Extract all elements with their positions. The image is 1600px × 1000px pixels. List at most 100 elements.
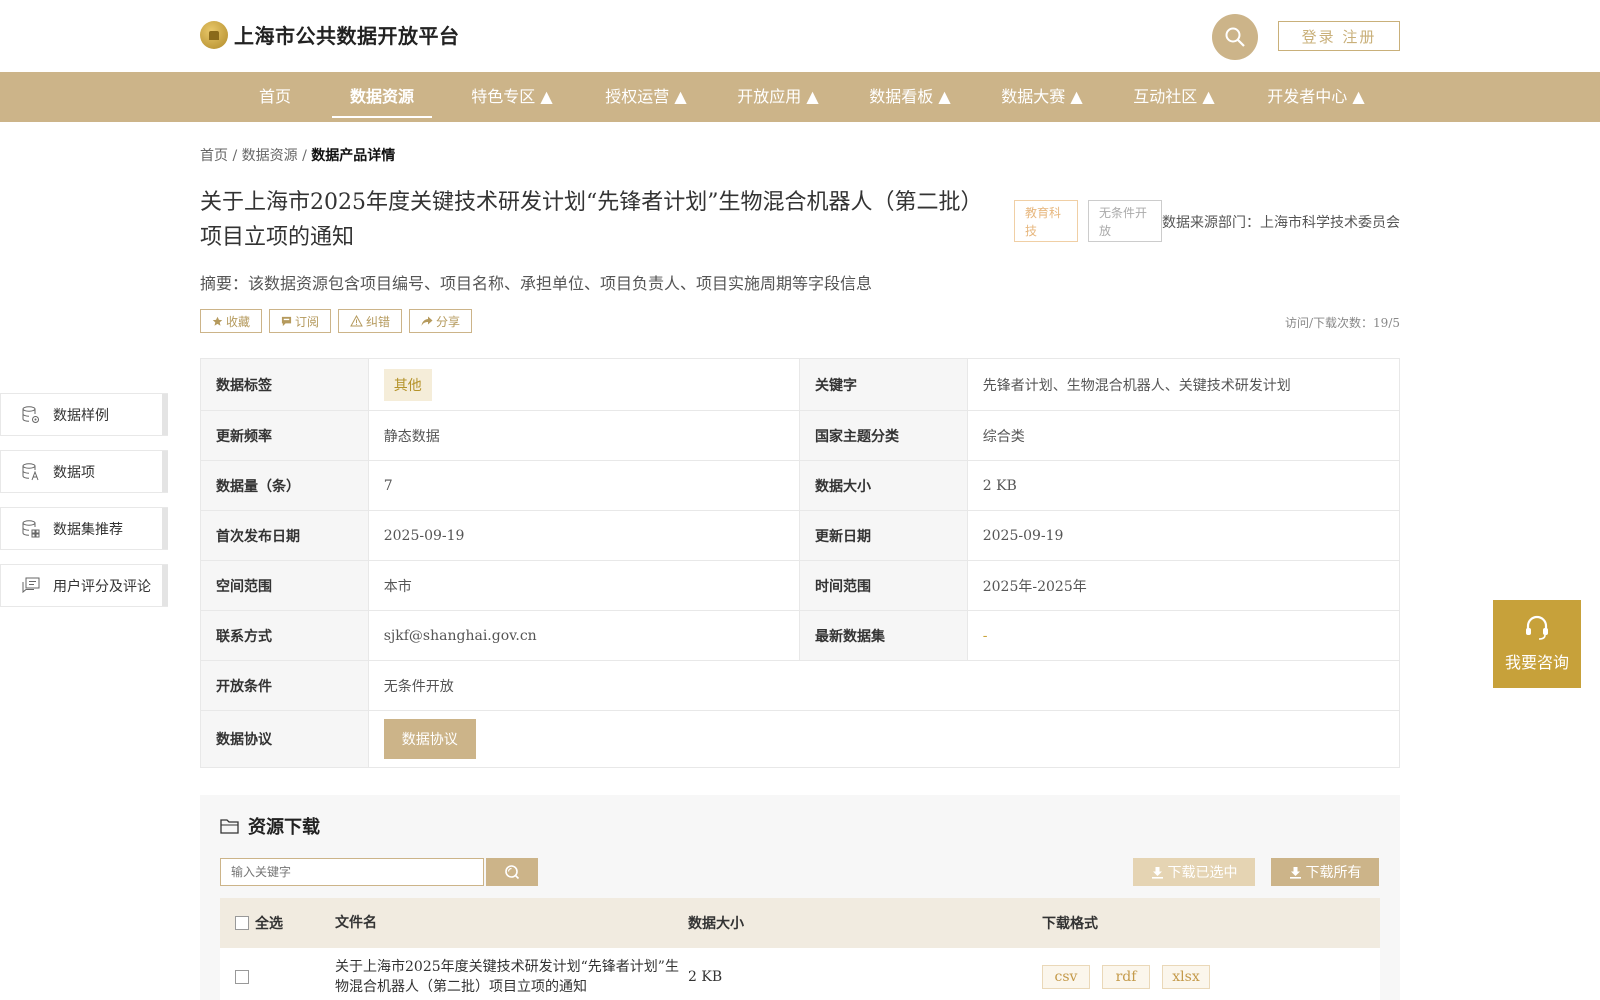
table-row: 数据协议 数据协议 <box>201 711 1399 767</box>
field-value: 数据协议 <box>369 711 1399 767</box>
favorite-button[interactable]: 收藏 <box>200 309 263 333</box>
resource-section-title: 资源下载 <box>220 813 320 839</box>
download-icon <box>1151 866 1163 879</box>
action-bar: 收藏 订阅 纠错 分享 <box>200 309 473 333</box>
table-row: 关于上海市2025年度关键技术研发计划“先锋者计划”生物混合机器人（第二批）项目… <box>220 948 1380 1000</box>
nav-item-home[interactable]: 首页 <box>225 72 325 122</box>
resource-file-table: 全选 文件名 数据大小 下载格式 关于上海市2025年度关键技术研发计划“先锋者… <box>220 898 1380 1000</box>
breadcrumb-resources[interactable]: 数据资源 <box>242 148 298 164</box>
field-label: 最新数据集 <box>800 611 968 660</box>
resource-download-section: 资源下载 下载已选中 下载所有 全选 文件名 数据大小 下载格式 关于上海市20… <box>200 795 1400 1000</box>
field-label: 更新频率 <box>201 411 369 460</box>
field-label: 国家主题分类 <box>800 411 968 460</box>
field-value: 静态数据 <box>369 411 800 460</box>
nav-item-developer[interactable]: 开发者中心 ▲ <box>1258 72 1374 122</box>
field-label: 空间范围 <box>201 561 369 610</box>
sidenav-item-ratings-comments[interactable]: 用户评分及评论 <box>0 564 168 607</box>
global-search-button[interactable] <box>1212 14 1258 60</box>
field-label: 首次发布日期 <box>201 511 369 560</box>
database-gear-icon <box>22 405 39 423</box>
field-value: 2025年-2025年 <box>982 578 1087 595</box>
consult-label: 我要咨询 <box>1504 653 1569 672</box>
row-checkbox[interactable] <box>235 970 249 984</box>
download-selected-label: 下载已选中 <box>1167 865 1238 881</box>
breadcrumb-home[interactable]: 首页 <box>200 148 228 164</box>
field-label: 更新日期 <box>800 511 968 560</box>
subscribe-button[interactable]: 订阅 <box>269 309 332 333</box>
field-value: 2 KB <box>982 477 1017 494</box>
field-label: 时间范围 <box>800 561 968 610</box>
nav-item-community[interactable]: 互动社区 ▲ <box>1122 72 1226 122</box>
table-row: 开放条件 无条件开放 <box>201 661 1399 711</box>
table-row: 数据量（条） 7 数据大小 2 KB <box>201 461 1399 511</box>
download-rdf-button[interactable]: rdf <box>1102 965 1150 989</box>
download-xlsx-button[interactable]: xlsx <box>1162 965 1210 989</box>
source-department: 数据来源部门：上海市科学技术委员会 <box>1162 215 1400 231</box>
field-label: 开放条件 <box>201 661 369 710</box>
download-all-button[interactable]: 下载所有 <box>1271 858 1379 886</box>
share-icon <box>421 316 433 326</box>
open-condition-tag: 无条件开放 <box>1088 200 1162 242</box>
site-logo[interactable]: 上海市公共数据开放平台 <box>200 20 460 49</box>
table-row: 空间范围 本市 时间范围 2025年-2025年 <box>201 561 1399 611</box>
site-title: 上海市公共数据开放平台 <box>234 24 460 48</box>
comment-icon <box>22 577 40 593</box>
resource-search-button[interactable] <box>486 858 538 886</box>
column-header-format: 下载格式 <box>1042 916 1098 932</box>
search-icon <box>505 865 520 880</box>
login-register-button[interactable]: 登录 注册 <box>1278 21 1400 51</box>
nav-item-data-resources[interactable]: 数据资源 <box>332 72 432 122</box>
resource-title-text: 资源下载 <box>248 817 320 838</box>
file-size: 2 KB <box>688 969 723 985</box>
search-icon <box>1225 27 1245 47</box>
breadcrumb: 首页 / 数据资源 / 数据产品详情 <box>200 145 395 165</box>
sidenav-label: 数据项 <box>53 464 95 481</box>
column-header-filename: 文件名 <box>335 915 377 931</box>
data-agreement-button[interactable]: 数据协议 <box>383 719 476 759</box>
column-header-size: 数据大小 <box>688 916 744 932</box>
sidenav-item-data-fields[interactable]: 数据项 <box>0 450 168 493</box>
product-title: 关于上海市2025年度关键技术研发计划“先锋者计划”生物混合机器人（第二批）项目… <box>200 190 983 250</box>
report-error-button[interactable]: 纠错 <box>338 309 403 333</box>
nav-item-licensed-ops[interactable]: 授权运营 ▲ <box>594 72 698 122</box>
nav-item-featured[interactable]: 特色专区 ▲ <box>462 72 562 122</box>
field-value: sjkf@shanghai.gov.cn <box>369 611 800 660</box>
database-text-icon <box>22 462 39 480</box>
warning-icon <box>350 315 363 327</box>
field-label: 关键字 <box>800 359 968 410</box>
table-row: 数据标签 其他 关键字 先锋者计划、生物混合机器人、关键技术研发计划 <box>201 359 1399 411</box>
resource-search-input[interactable] <box>220 858 484 886</box>
nav-item-dashboard[interactable]: 数据看板 ▲ <box>858 72 962 122</box>
field-label: 数据标签 <box>201 359 369 410</box>
field-value: 先锋者计划、生物混合机器人、关键技术研发计划 <box>982 378 1291 394</box>
field-value: 无条件开放 <box>383 678 454 695</box>
sidenav-item-dataset-recommend[interactable]: 数据集推荐 <box>0 507 168 550</box>
table-row: 联系方式 sjkf@shanghai.gov.cn 最新数据集 - <box>201 611 1399 661</box>
select-all-checkbox[interactable] <box>235 916 249 930</box>
select-all-cell: 全选 <box>220 913 335 933</box>
download-icon <box>1289 866 1301 879</box>
field-value: 其他 <box>369 359 800 410</box>
side-anchor-nav: 数据样例 数据项 数据集推荐 用户评分及评论 <box>0 393 168 621</box>
download-selected-button[interactable]: 下载已选中 <box>1133 858 1255 886</box>
nav-item-open-apps[interactable]: 开放应用 ▲ <box>726 72 830 122</box>
table-header-row: 全选 文件名 数据大小 下载格式 <box>220 898 1380 948</box>
subscribe-label: 订阅 <box>295 314 320 329</box>
field-label: 数据量（条） <box>201 461 369 510</box>
download-all-label: 下载所有 <box>1305 865 1362 881</box>
table-row: 更新频率 静态数据 国家主题分类 综合类 <box>201 411 1399 461</box>
headset-icon <box>1526 615 1548 640</box>
select-all-label: 全选 <box>255 916 283 932</box>
download-csv-button[interactable]: csv <box>1042 965 1090 989</box>
field-value: 本市 <box>369 561 800 610</box>
share-button[interactable]: 分享 <box>409 309 473 333</box>
consult-button[interactable]: 我要咨询 <box>1493 600 1581 688</box>
field-value: 7 <box>369 461 800 510</box>
table-row: 首次发布日期 2025-09-19 更新日期 2025-09-19 <box>201 511 1399 561</box>
sidenav-item-data-sample[interactable]: 数据样例 <box>0 393 168 436</box>
file-name: 关于上海市2025年度关键技术研发计划“先锋者计划”生物混合机器人（第二批）项目… <box>335 959 679 995</box>
nav-item-competition[interactable]: 数据大赛 ▲ <box>990 72 1094 122</box>
latest-dataset-link[interactable]: - <box>968 611 1399 660</box>
field-value: 综合类 <box>982 428 1025 445</box>
data-tag-badge[interactable]: 其他 <box>383 368 432 401</box>
